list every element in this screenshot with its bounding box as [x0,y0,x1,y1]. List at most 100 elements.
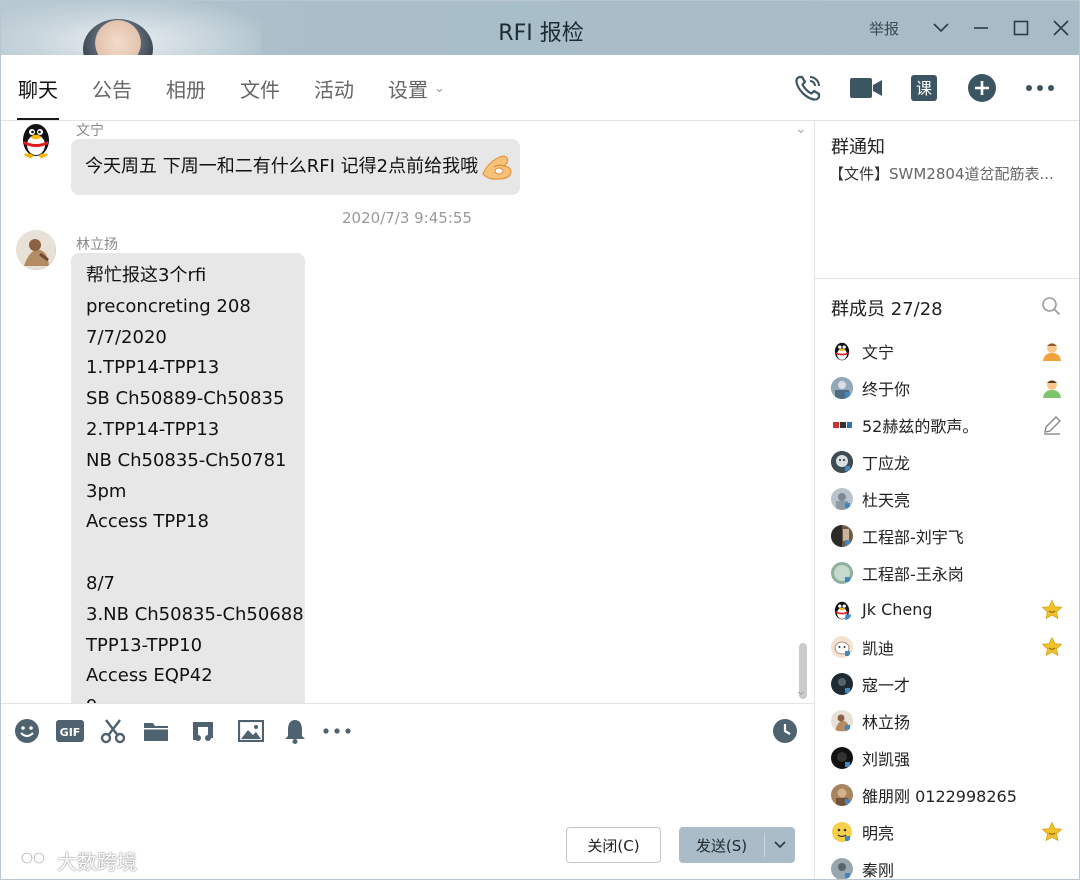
member-panel: 群成员 27/28 文宁 终于你 52赫兹的歌声。 丁应龙 杜天亮 工程部-刘宇… [815,280,1079,880]
member-item[interactable]: 工程部-刘宇飞 [815,517,1079,554]
scroll-up-arrow[interactable]: ⌄ [795,121,807,137]
edit-badge[interactable] [1041,414,1063,436]
watermark-logo-icon [11,851,46,868]
message-list[interactable]: 文宁 今天周五 下周一和二有什么RFI 记得2点前给我哦 ⌄ 2020/7/3 … [1,121,813,703]
window-controls: 举报 [869,1,1079,55]
scissors-icon [100,719,126,744]
emoji-button[interactable] [13,717,41,745]
more-icon [1026,85,1054,91]
member-item[interactable]: 明亮 [815,813,1079,850]
close-icon [1053,20,1069,36]
star-icon [1041,636,1063,657]
screenshot-button[interactable] [99,717,127,745]
image-button[interactable] [237,717,265,745]
message-text: 今天周五 下周一和二有什么RFI 记得2点前给我哦 [85,156,479,177]
notify-button[interactable] [281,717,309,745]
group-notice-panel[interactable]: 群通知 【文件】SWM2804道岔配筋表... [815,121,1079,279]
nav-actions: 课 [779,55,1069,121]
tab-album[interactable]: 相册 [149,55,223,121]
member-item[interactable]: 林立扬 [815,702,1079,739]
notice-text: SWM2804道岔配筋表... [889,165,1054,183]
message-sender: 林立扬 [76,237,118,253]
member-item[interactable]: 杜天亮 [815,480,1079,517]
member-item[interactable]: 工程部-王永岗 [815,554,1079,591]
lesson-icon: 课 [911,75,937,101]
chat-window: RFI 报检 举报 聊天 公告 相册 文件 活动 设置 ⌄ 课 文宁 今天周五 … [0,0,1080,880]
member-item[interactable]: 秦刚 [815,850,1079,880]
minimize-button[interactable] [961,1,1001,55]
member-item[interactable]: 凯迪 [815,628,1079,665]
message-bubble[interactable]: 帮忙报这3个rfi preconcreting 208 7/7/2020 1.T… [71,253,305,703]
more-tools-button[interactable] [323,717,351,745]
message-line: preconcreting 208 [86,295,251,317]
video-call-button[interactable] [837,55,895,121]
maximize-button[interactable] [1001,1,1041,55]
star-icon [1041,599,1063,620]
member-item[interactable]: 终于你 [815,369,1079,406]
member-name: 林立扬 [862,712,911,732]
user-photo-icon [831,376,853,399]
tab-label: 相册 [166,77,206,102]
member-item[interactable]: 雒朋刚 0122998265 [815,776,1079,813]
tab-chat[interactable]: 聊天 [1,55,75,121]
edit-icon [1044,416,1061,435]
member-name: 明亮 [862,823,895,843]
member-name: 工程部-王永岗 [862,564,964,584]
more-icon [323,728,351,734]
voice-call-button[interactable] [779,55,837,121]
user-photo-icon [831,672,853,695]
message-history-button[interactable] [771,717,799,745]
member-avatar [831,821,853,843]
report-link[interactable]: 举报 [869,18,899,39]
tab-label: 聊天 [18,77,58,102]
lesson-button[interactable]: 课 [895,55,953,121]
avatar[interactable] [16,121,56,159]
message-line: 3.NB Ch50835-Ch50688 [86,603,304,625]
message-input[interactable] [1,756,813,826]
user-photo-icon [831,746,853,769]
scroll-down-arrow[interactable]: ⌄ [795,683,807,699]
close-window-button[interactable] [1041,1,1079,55]
message-timestamp: 2020/7/3 9:45:55 [342,209,472,227]
more-options-button[interactable] [1011,55,1069,121]
send-button[interactable]: 发送(S) [679,827,795,863]
notice-content[interactable]: 【文件】SWM2804道岔配筋表... [829,163,1069,184]
tab-files[interactable]: 文件 [223,55,297,121]
dropdown-button[interactable] [921,1,961,55]
member-name: 终于你 [862,379,911,399]
tab-announcements[interactable]: 公告 [75,55,149,121]
member-item[interactable]: 文宁 [815,332,1079,369]
title-bar[interactable]: RFI 报检 举报 [1,1,1079,79]
user-photo-icon [831,857,853,879]
member-avatar [831,561,853,584]
member-avatar [831,450,853,473]
member-item[interactable]: 刘凯强 [815,739,1079,776]
emoji-icon [15,719,39,743]
avatar[interactable] [16,230,56,270]
member-item[interactable]: 丁应龙 [815,443,1079,480]
tab-activities[interactable]: 活动 [297,55,371,121]
member-item[interactable]: 52赫兹的歌声。 [815,406,1079,443]
close-button[interactable]: 关闭(C) [566,827,661,863]
member-avatar [831,340,853,362]
add-app-button[interactable] [953,55,1011,121]
music-button[interactable] [189,717,217,745]
phone-call-icon [795,75,821,101]
qq-penguin-icon [834,601,851,620]
send-button-label: 发送(S) [695,836,748,855]
user-photo-icon [831,450,853,473]
message-line [86,538,290,569]
tab-settings[interactable]: 设置 ⌄ [371,55,462,121]
member-item[interactable]: Jk Cheng [815,591,1079,628]
member-name: 52赫兹的歌声。 [862,416,979,436]
member-avatar [831,524,853,547]
history-clock-icon [773,719,797,743]
gif-button[interactable]: GIF [56,717,84,745]
member-name: 秦刚 [862,860,895,880]
message-bubble[interactable]: 今天周五 下周一和二有什么RFI 记得2点前给我哦 [71,139,520,195]
member-item[interactable]: 寇一才 [815,665,1079,702]
video-call-icon [850,78,882,98]
send-options-dropdown[interactable] [765,827,795,863]
search-icon[interactable] [1041,296,1061,316]
file-button[interactable] [142,717,170,745]
